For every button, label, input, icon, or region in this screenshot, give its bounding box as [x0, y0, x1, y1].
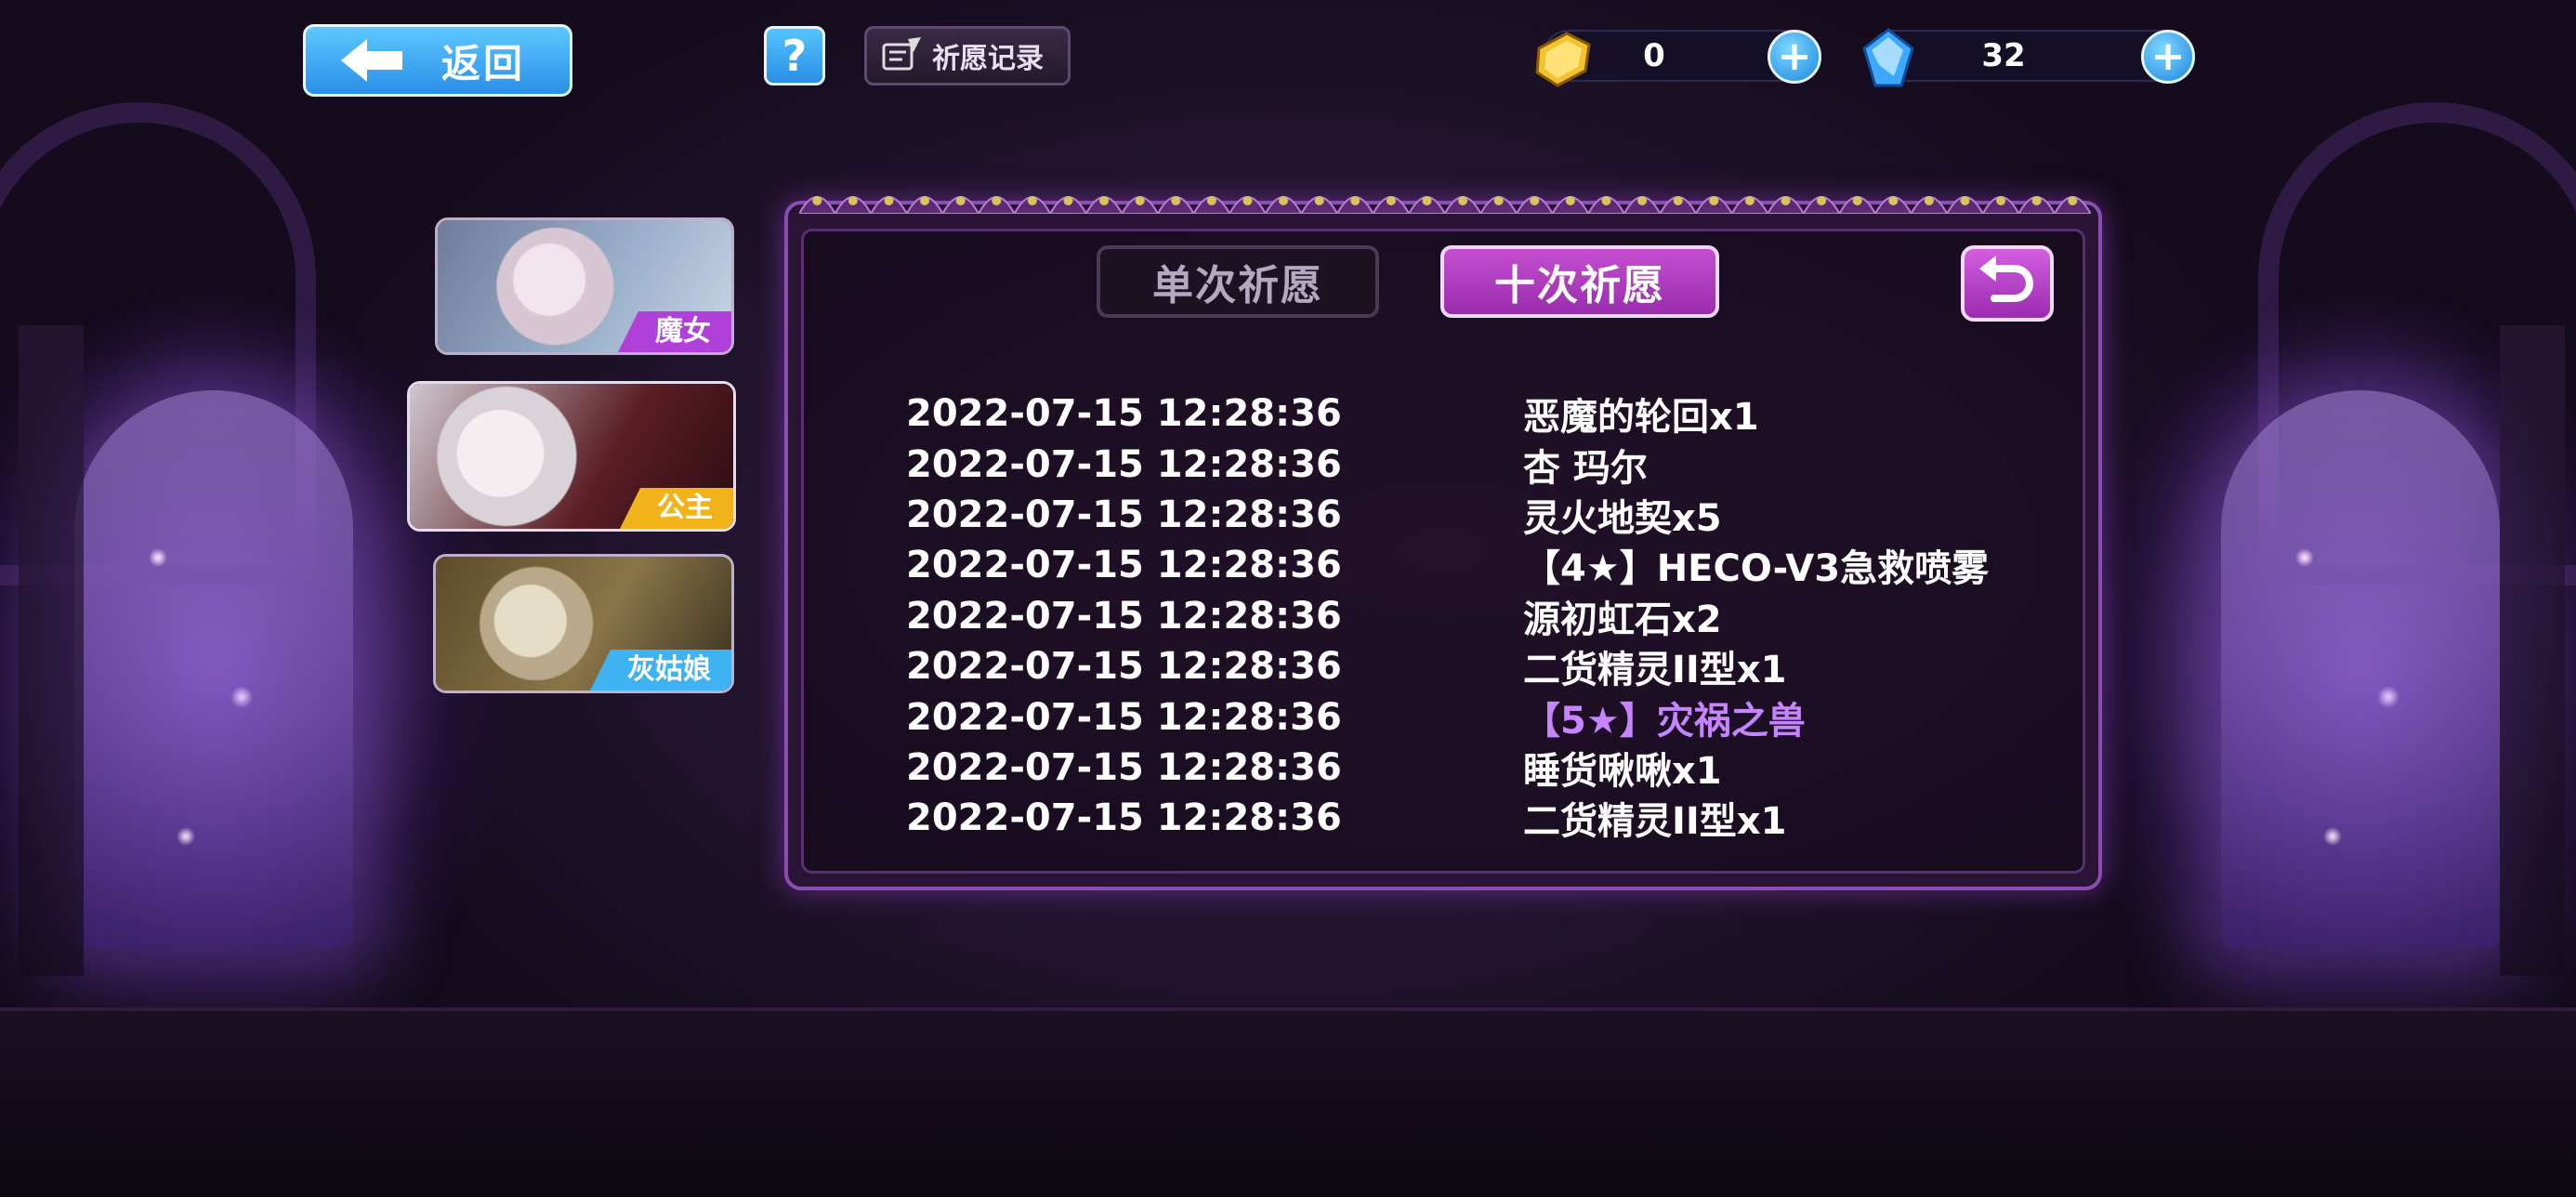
record-item: 杏 玛尔	[1523, 446, 1648, 490]
record-item: 二货精灵II型x1	[1523, 800, 1787, 844]
stage-floor	[0, 1007, 2576, 1197]
banner-tag-cinderella: 灰姑娘	[590, 650, 731, 691]
question-icon: ?	[782, 31, 808, 81]
record-time: 2022-07-15 12:28:36	[906, 392, 1342, 436]
record-row: 2022-07-15 12:28:36 灵火地契x5	[906, 490, 2068, 540]
record-time: 2022-07-15 12:28:36	[906, 442, 1342, 486]
record-row: 2022-07-15 12:28:36 二货精灵II型x1	[906, 641, 2068, 691]
record-item: 灵火地契x5	[1523, 496, 1722, 540]
tab-ten-wish[interactable]: 十次祈愿	[1440, 245, 1719, 318]
wish-record-label: 祈愿记录	[932, 43, 1044, 75]
record-list: 2022-07-15 12:28:36 恶魔的轮回x1 2022-07-15 1…	[906, 388, 2068, 844]
record-row: 2022-07-15 12:28:36 源初虹石x2	[906, 591, 2068, 641]
plus-icon: +	[1777, 33, 1812, 80]
record-item: 恶魔的轮回x1	[1523, 396, 1759, 440]
record-row: 2022-07-15 12:28:36 【5★】灾祸之兽	[906, 691, 2068, 743]
help-button[interactable]: ?	[764, 26, 825, 86]
record-row: 2022-07-15 12:28:36 睡货啾啾x1	[906, 743, 2068, 793]
gem-add-button[interactable]: +	[2141, 30, 2195, 84]
quill-scroll-icon	[880, 35, 923, 76]
arrow-left-icon	[339, 37, 414, 84]
left-pillar	[19, 325, 84, 976]
left-stained-window	[74, 390, 353, 948]
right-pillar	[2500, 325, 2565, 976]
gem-value: 32	[1981, 37, 2026, 74]
plus-icon: +	[2150, 33, 2186, 80]
record-item: 【4★】HECO-V3急救喷雾	[1523, 547, 1990, 591]
return-icon	[1978, 256, 2037, 311]
back-label: 返回	[441, 40, 526, 86]
record-time: 2022-07-15 12:28:36	[906, 796, 1342, 840]
back-button[interactable]: 返回	[303, 24, 572, 97]
banner-cinderella[interactable]: 灰姑娘	[433, 554, 734, 693]
tab-single-wish[interactable]: 单次祈愿	[1097, 245, 1379, 318]
record-item: 二货精灵II型x1	[1523, 649, 1787, 692]
record-item: 睡货啾啾x1	[1523, 749, 1722, 793]
panel-scallop-trim	[799, 182, 2091, 214]
record-time: 2022-07-15 12:28:36	[906, 594, 1342, 638]
record-row: 2022-07-15 12:28:36 杏 玛尔	[906, 439, 2068, 490]
record-row: 2022-07-15 12:28:36 二货精灵II型x1	[906, 793, 2068, 843]
banner-princess[interactable]: 公主	[407, 381, 736, 532]
banner-witch[interactable]: 魔女	[435, 217, 734, 355]
record-time: 2022-07-15 12:28:36	[906, 645, 1342, 689]
record-time: 2022-07-15 12:28:36	[906, 745, 1342, 789]
gold-value: 0	[1643, 37, 1665, 74]
gem-currency: 32 +	[1862, 28, 2195, 87]
record-time: 2022-07-15 12:28:36	[906, 493, 1342, 536]
record-row: 2022-07-15 12:28:36 恶魔的轮回x1	[906, 388, 2068, 439]
gold-currency: 0 +	[1535, 30, 1821, 87]
record-item-rare: 【5★】灾祸之兽	[1523, 699, 1806, 743]
return-button[interactable]	[1961, 245, 2054, 322]
record-row: 2022-07-15 12:28:36 【4★】HECO-V3急救喷雾	[906, 540, 2068, 590]
wish-record-button[interactable]: 祈愿记录	[864, 26, 1071, 86]
record-time: 2022-07-15 12:28:36	[906, 695, 1342, 739]
gold-add-button[interactable]: +	[1768, 30, 1821, 84]
record-time: 2022-07-15 12:28:36	[906, 544, 1342, 587]
record-item: 源初虹石x2	[1523, 598, 1722, 641]
right-stained-window	[2221, 390, 2500, 948]
